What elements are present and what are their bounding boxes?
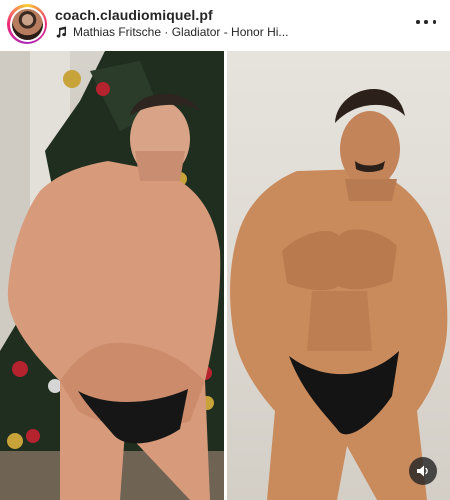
audio-attribution[interactable]: Mathias Fritsche · Gladiator - Honor Hi.… (55, 24, 288, 40)
avatar[interactable] (7, 4, 47, 44)
more-options-icon[interactable] (416, 14, 436, 30)
post-header: coach.claudiomiquel.pf Mathias Fritsche … (0, 0, 450, 48)
before-photo-illustration (0, 51, 224, 500)
avatar-image (11, 8, 43, 40)
speaker-glyph (417, 465, 428, 477)
after-photo (227, 51, 450, 500)
username-link[interactable]: coach.claudiomiquel.pf (55, 7, 213, 23)
post-media[interactable] (0, 51, 450, 500)
audio-label: Mathias Fritsche · Gladiator - Honor Hi.… (73, 25, 289, 39)
music-note-icon (56, 26, 67, 38)
before-photo (0, 51, 224, 500)
after-photo-illustration (230, 89, 448, 500)
more-dot (424, 20, 428, 24)
more-dot (416, 20, 420, 24)
speaker-icon[interactable] (409, 457, 437, 485)
more-dot (432, 20, 436, 24)
avatar-border (9, 6, 45, 42)
